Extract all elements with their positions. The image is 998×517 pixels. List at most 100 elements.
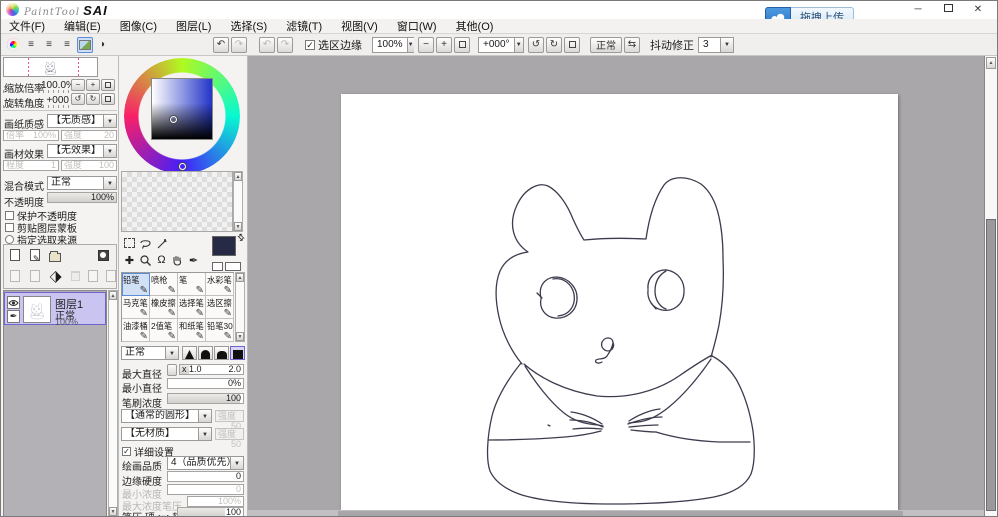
- nav-zoom-out-button[interactable]: −: [71, 79, 85, 91]
- brush-pencil30[interactable]: 铅笔30✎: [206, 319, 234, 342]
- menu-select[interactable]: 选择(S): [230, 18, 267, 34]
- paint-quality-combo[interactable]: 4（品质优先） ▼: [167, 456, 244, 470]
- menu-file[interactable]: 文件(F): [9, 18, 45, 34]
- zoom-out-button[interactable]: −: [418, 37, 434, 53]
- selection-redo-button[interactable]: ↷: [277, 37, 293, 53]
- flip-horizontal-button[interactable]: ⇆: [624, 37, 640, 53]
- menu-layer[interactable]: 图层(L): [176, 18, 211, 34]
- material-effect-combo[interactable]: 【无效果】 ▼: [47, 144, 117, 158]
- brush-select-eraser[interactable]: 选区擦✎: [206, 296, 234, 319]
- scroll-up-icon[interactable]: ▲: [986, 57, 996, 69]
- brush-pen[interactable]: 笔✎: [178, 273, 206, 296]
- new-lineart-layer-button[interactable]: ✎: [27, 248, 43, 262]
- move-tool[interactable]: ✚: [122, 253, 137, 267]
- chevron-down-icon[interactable]: ▼: [514, 38, 523, 52]
- opacity-slider[interactable]: 100%: [47, 192, 117, 203]
- panel-layout-button-1[interactable]: ≡: [23, 37, 39, 53]
- brush-pencil[interactable]: 铅笔✎: [122, 273, 150, 296]
- color-value-box[interactable]: [225, 262, 241, 271]
- paper-texture-combo[interactable]: 【无质感】 ▼: [47, 114, 117, 128]
- angle-reset-button[interactable]: [564, 37, 580, 53]
- panel-layout-button-3[interactable]: ≡: [59, 37, 75, 53]
- chevron-down-icon[interactable]: ▼: [165, 347, 178, 359]
- menu-window[interactable]: 窗口(W): [397, 18, 437, 34]
- clear-layer-button[interactable]: ◪: [47, 269, 63, 283]
- canvas-vertical-scrollbar[interactable]: ▲: [984, 56, 997, 517]
- scroll-down-icon[interactable]: ▼: [234, 222, 242, 231]
- scratchpad-scrollbar[interactable]: ▲ ▼: [233, 171, 243, 232]
- canvas-horizontal-scrollbar[interactable]: [248, 510, 984, 517]
- paper-scale-slider[interactable]: 倍率 100%: [3, 130, 59, 141]
- new-layer-button[interactable]: [7, 248, 23, 262]
- copy-layer-button[interactable]: [85, 269, 101, 283]
- selection-edge-checkbox[interactable]: ✓: [305, 40, 315, 50]
- scroll-up-icon[interactable]: ▲: [109, 291, 117, 300]
- canvas-hscroll-thumb[interactable]: [338, 511, 903, 516]
- color-wheel-panel-button[interactable]: [5, 37, 21, 53]
- menu-edit[interactable]: 编辑(E): [64, 18, 101, 34]
- delete-layer-button[interactable]: [67, 269, 83, 283]
- nav-angle-slider[interactable]: [3, 105, 69, 108]
- hand-tool[interactable]: [170, 253, 185, 267]
- selection-undo-button[interactable]: ↶: [259, 37, 275, 53]
- scroll-down-icon[interactable]: ▼: [236, 332, 244, 341]
- max-diameter-slider[interactable]: x 1.0 2.0: [179, 364, 244, 375]
- edge-shape-round-button[interactable]: [198, 346, 213, 360]
- normal-view-button[interactable]: 正常: [590, 37, 622, 53]
- chevron-down-icon[interactable]: ▼: [103, 115, 116, 127]
- zoom-combo[interactable]: 100% ▼: [372, 37, 414, 53]
- stabilizer-combo[interactable]: 3 ▼: [698, 37, 734, 53]
- blend-mode-combo[interactable]: 正常 ▼: [47, 176, 117, 190]
- edge-shape-sharp-button[interactable]: [182, 346, 197, 360]
- effect-strength-slider[interactable]: 强度 100: [61, 160, 117, 171]
- brush-paper-pen[interactable]: 和纸笔✎: [178, 319, 206, 342]
- half-view-button[interactable]: ◗: [95, 37, 111, 53]
- min-density-slider[interactable]: 0: [167, 484, 244, 495]
- brush-bucket[interactable]: 油漆桶✎: [122, 319, 150, 342]
- menu-others[interactable]: 其他(O): [456, 18, 494, 34]
- brush-marker[interactable]: 马克笔✎: [122, 296, 150, 319]
- edge-shape-flat-button[interactable]: [230, 346, 245, 360]
- chevron-down-icon[interactable]: ▼: [103, 177, 116, 189]
- brush-eraser[interactable]: 橡皮擦✎: [150, 296, 178, 319]
- brush-shape-combo[interactable]: 【通常的圆形】 ▼: [121, 409, 212, 423]
- canvas-vscroll-thumb[interactable]: [986, 219, 996, 511]
- zoom-reset-button[interactable]: [454, 37, 470, 53]
- brush-grid-scrollbar[interactable]: ▲ ▼: [235, 272, 245, 342]
- brush-select-pen[interactable]: 选择笔✎: [178, 296, 206, 319]
- chevron-down-icon[interactable]: ▼: [198, 428, 211, 440]
- layer-list-scrollbar[interactable]: ▲ ▼: [108, 290, 118, 517]
- pressure-slider[interactable]: 100: [177, 507, 244, 517]
- magic-wand-tool[interactable]: [154, 236, 169, 250]
- saturation-value-square[interactable]: [151, 78, 213, 140]
- zoom-tool[interactable]: [138, 253, 153, 267]
- menu-image[interactable]: 图像(C): [120, 18, 157, 34]
- layer-visibility-toggle[interactable]: [7, 296, 20, 309]
- nav-zoom-in-button[interactable]: +: [86, 79, 100, 91]
- chevron-down-icon[interactable]: ▼: [103, 145, 116, 157]
- angle-combo[interactable]: +000° ▼: [478, 37, 524, 53]
- new-folder-button[interactable]: [47, 250, 63, 264]
- paste-layer-button[interactable]: [103, 269, 119, 283]
- drawing-canvas[interactable]: [341, 94, 898, 510]
- rotate-ccw-button[interactable]: ↺: [528, 37, 544, 53]
- nav-rotate-cw-button[interactable]: ↻: [86, 93, 100, 105]
- layer-paint-mode-toggle[interactable]: ✒: [7, 310, 20, 323]
- chevron-down-icon[interactable]: ▼: [407, 38, 414, 52]
- color-picker-tool[interactable]: ✒: [186, 253, 201, 267]
- layer-row-selected[interactable]: ✒ 图层1 正常 100%: [4, 292, 106, 325]
- merge-down-button[interactable]: [27, 269, 43, 283]
- zoom-in-button[interactable]: +: [436, 37, 452, 53]
- swap-colors-icon[interactable]: ⇆: [234, 231, 247, 244]
- chevron-down-icon[interactable]: ▼: [720, 38, 733, 52]
- lasso-tool[interactable]: [138, 236, 153, 250]
- menu-view[interactable]: 视图(V): [341, 18, 378, 34]
- chevron-down-icon[interactable]: ▼: [198, 410, 211, 422]
- layer-mask-button[interactable]: [95, 248, 111, 262]
- nav-rotate-ccw-button[interactable]: ↺: [71, 93, 85, 105]
- maximize-button[interactable]: [933, 1, 963, 18]
- secondary-color-swatch[interactable]: [212, 262, 223, 271]
- edge-shape-soft-button[interactable]: [214, 346, 229, 360]
- show-image-panel-button[interactable]: [77, 37, 93, 53]
- brush-binary-pen[interactable]: 2值笔✎: [150, 319, 178, 342]
